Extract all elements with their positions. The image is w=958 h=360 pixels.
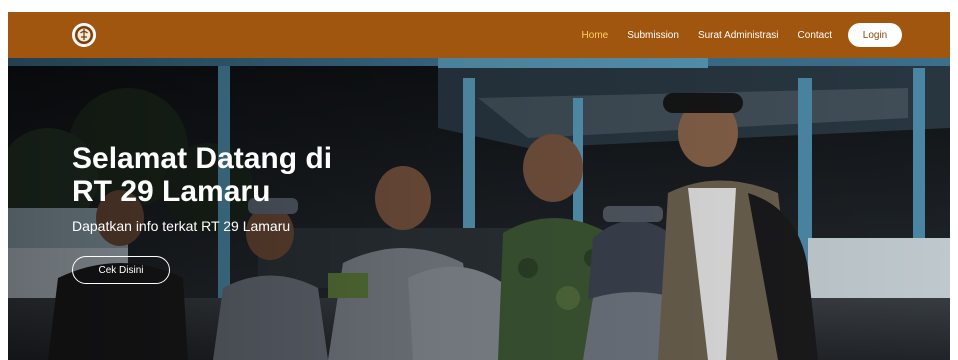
hero-subtitle: Dapatkan info terkat RT 29 Lamaru (72, 218, 291, 234)
nav-home-link[interactable]: Home (582, 30, 609, 41)
hero-section: Selamat Datang di RT 29 Lamaru Dapatkan … (8, 58, 950, 360)
navbar: Home Submission Surat Administrasi Conta… (8, 12, 950, 58)
hero-title-line-2: RT 29 Lamaru (72, 175, 271, 208)
nav-contact-link[interactable]: Contact (798, 30, 832, 41)
cek-disini-button[interactable]: Cek Disini (72, 256, 170, 284)
hero-title-line-1: Selamat Datang di (72, 142, 333, 175)
nav-links: Home Submission Surat Administrasi Conta… (563, 12, 902, 58)
nav-surat-administrasi-link[interactable]: Surat Administrasi (698, 30, 779, 41)
hero-overlay (8, 58, 950, 360)
nav-submission-link[interactable]: Submission (627, 30, 679, 41)
login-button[interactable]: Login (848, 23, 902, 47)
page: Home Submission Surat Administrasi Conta… (8, 12, 950, 360)
logo-icon[interactable] (72, 23, 96, 47)
hero-title: Selamat Datang di RT 29 Lamaru (72, 142, 412, 208)
